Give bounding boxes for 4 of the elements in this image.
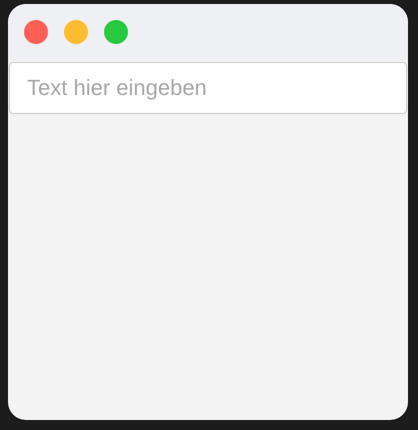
window-control-button[interactable] [24,20,48,44]
window-control-button[interactable] [104,20,128,44]
text-input-field[interactable]: Text hier eingeben [9,62,407,114]
window-control-button[interactable] [64,20,88,44]
